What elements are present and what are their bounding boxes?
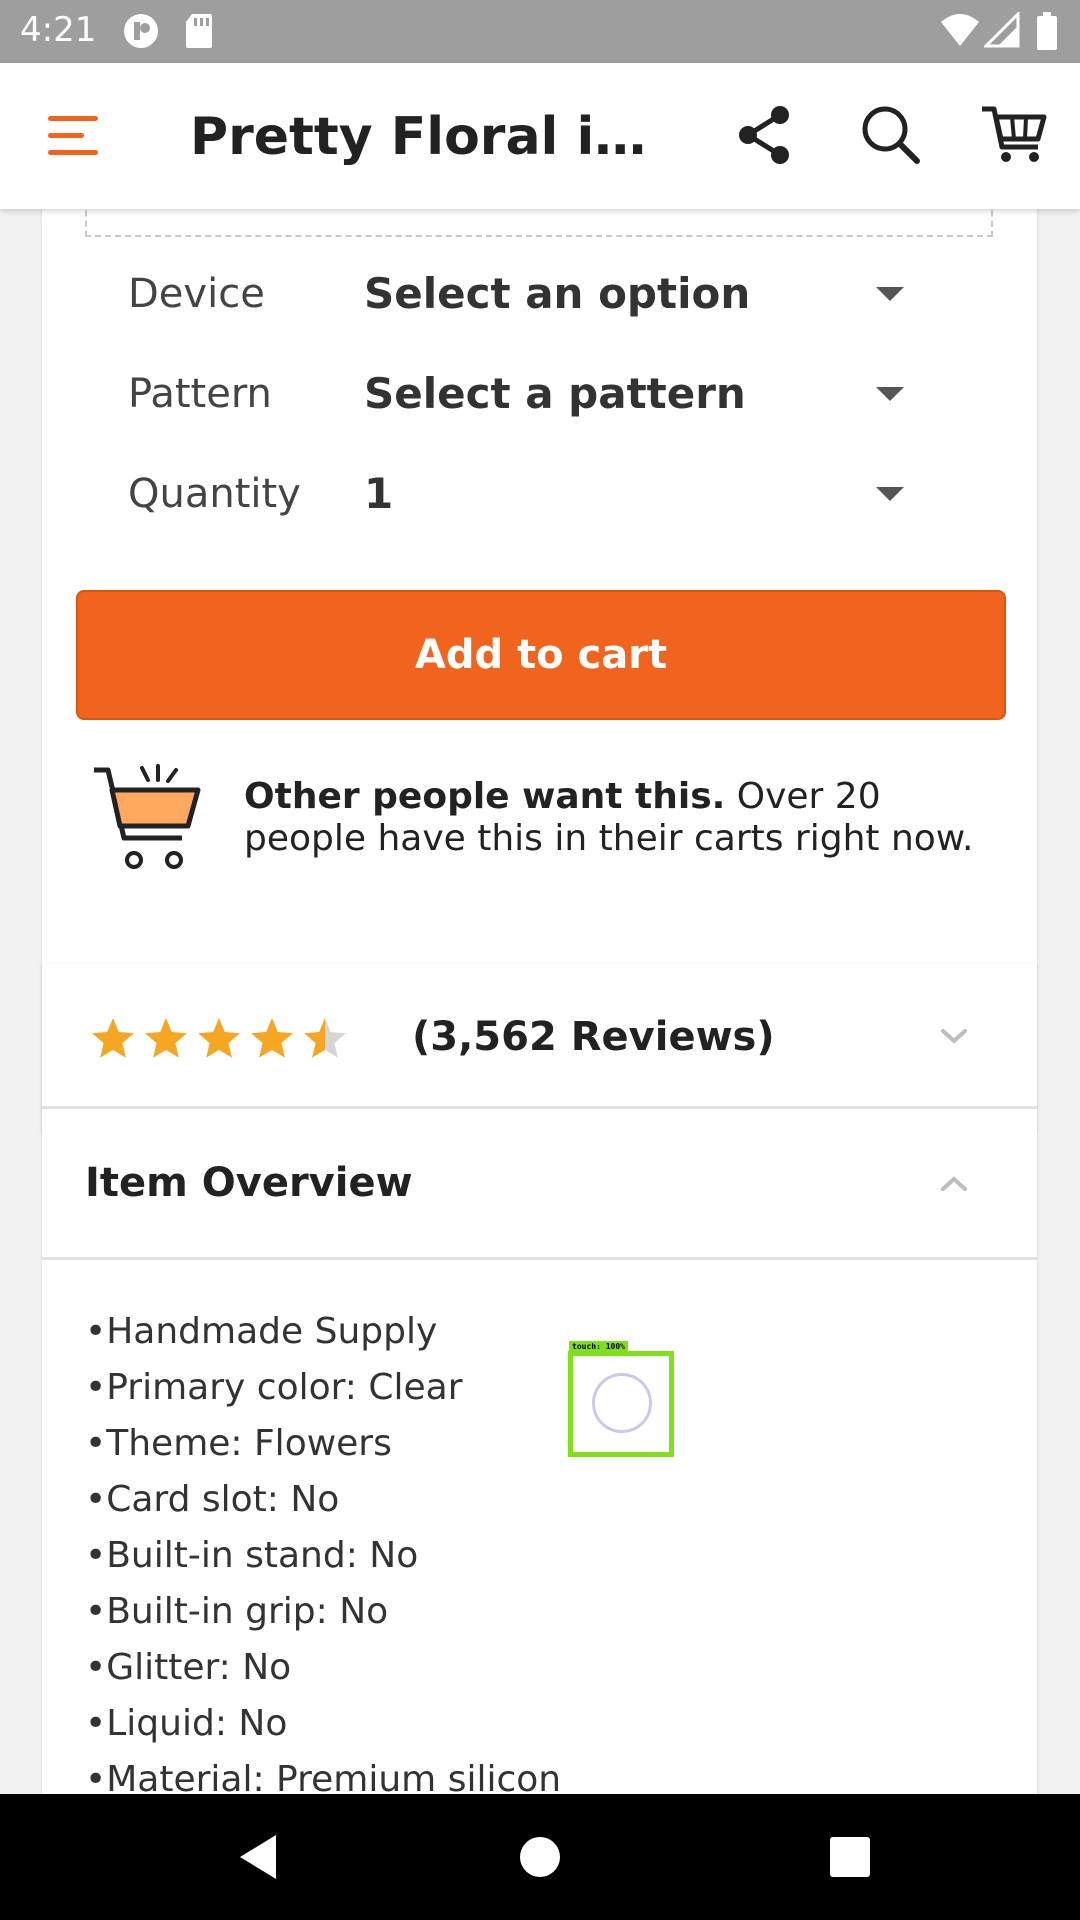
add-to-cart-button[interactable]: Add to cart [76,590,1006,720]
cell-signal-icon [984,12,1020,48]
chevron-up-icon[interactable] [937,1167,971,1201]
star-icon [92,1018,134,1058]
caret-down-icon[interactable] [876,287,904,301]
quantity-select[interactable]: Quantity 1 [42,455,1037,535]
app-notification-icon [124,14,158,48]
list-item: Built-in grip: No [85,1584,785,1640]
rating-stars [92,1018,346,1058]
review-count: (3,562 Reviews) [412,1014,775,1060]
list-item: Primary color: Clear [85,1360,785,1416]
recents-icon[interactable] [812,1819,888,1895]
quantity-value[interactable]: 1 [364,469,393,518]
wifi-icon [941,14,979,46]
device-value[interactable]: Select an option [364,269,750,318]
device-label: Device [128,271,265,317]
menu-icon[interactable] [48,116,98,156]
pattern-value[interactable]: Select a pattern [364,369,746,418]
list-item: Card slot: No [85,1472,785,1528]
product-page-content[interactable]: Device Select an option Pattern Select a… [0,209,1080,1794]
star-icon [145,1018,187,1058]
list-item: Built-in stand: No [85,1528,785,1584]
touch-indicator-label: touch: 100% [569,1341,628,1353]
item-overview-title: Item Overview [85,1160,413,1206]
cart-icon[interactable] [978,99,1050,171]
caret-down-icon[interactable] [876,387,904,401]
chevron-down-icon[interactable] [937,1019,971,1053]
caret-down-icon[interactable] [876,487,904,501]
reviews-row[interactable]: (3,562 Reviews) [42,964,1037,1109]
star-icon [304,1018,346,1058]
list-item: Handmade Supply [85,1304,785,1360]
share-icon[interactable] [728,99,800,171]
details-card: (3,562 Reviews) Item Overview Handmade S… [42,964,1037,1794]
social-proof-bold: Other people want this. [244,776,726,817]
device-select[interactable]: Device Select an option [42,255,1037,335]
list-item: Glitter: No [85,1640,785,1696]
back-icon[interactable] [222,1819,298,1895]
home-icon[interactable] [502,1819,578,1895]
app-header: Pretty Floral iPho... [0,63,1080,209]
list-item: Material: Premium silicon [85,1752,785,1794]
sd-card-icon [186,14,212,48]
status-time: 4:21 [20,10,97,50]
navigation-bar [0,1794,1080,1920]
item-overview-header[interactable]: Item Overview [42,1112,1037,1260]
battery-icon [1037,12,1057,50]
item-overview-list: Handmade Supply Primary color: Clear The… [85,1304,785,1794]
quantity-label: Quantity [128,471,301,517]
pattern-select[interactable]: Pattern Select a pattern [42,355,1037,435]
star-icon [198,1018,240,1058]
cart-illustration-icon [94,764,201,869]
search-icon[interactable] [855,99,927,171]
list-item: Liquid: No [85,1696,785,1752]
list-item: Theme: Flowers [85,1416,785,1472]
touch-indicator-circle [592,1373,652,1433]
social-proof-text: Other people want this. Over 20 people h… [244,776,1004,860]
pattern-label: Pattern [128,371,272,417]
star-icon [251,1018,293,1058]
personalization-box [85,209,993,237]
page-title: Pretty Floral iPho... [190,107,670,167]
status-bar: 4:21 [0,0,1080,63]
